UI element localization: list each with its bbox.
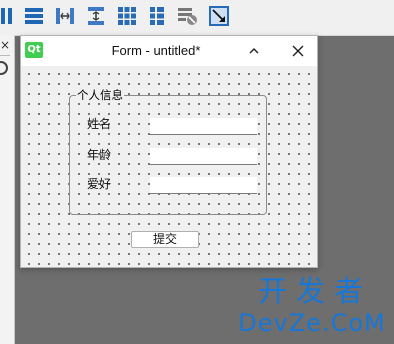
chevron-up-icon (249, 48, 259, 54)
form-window: Qt Form - untitled* 个人信息 姓名 年龄 爱好 提交 (20, 35, 318, 268)
dock-close-icon[interactable]: × (0, 39, 10, 51)
layout-grid-icon[interactable] (116, 5, 138, 27)
qt-logo-icon: Qt (25, 42, 43, 58)
age-label: 年龄 (87, 148, 112, 162)
layout-horizontal-splitter-icon[interactable] (54, 5, 76, 27)
watermark-chinese-text: 开发者 (257, 274, 372, 308)
layout-horizontal-icon[interactable] (0, 5, 14, 27)
layout-form-icon[interactable] (146, 5, 168, 27)
toolbar (0, 0, 394, 36)
break-layout-icon[interactable] (176, 5, 198, 27)
dock-divider (0, 55, 10, 56)
name-input[interactable] (150, 118, 257, 135)
hobby-label: 爱好 (87, 177, 112, 191)
personal-info-groupbox[interactable]: 个人信息 姓名 年龄 爱好 (69, 87, 267, 215)
title-bar[interactable]: Qt Form - untitled* (21, 36, 317, 66)
hobby-input[interactable] (150, 177, 257, 194)
minimize-button[interactable] (239, 36, 269, 66)
watermark-site-text: DevZe.CoM (238, 309, 386, 337)
target-icon[interactable] (0, 61, 8, 75)
close-icon (292, 45, 304, 57)
form-canvas[interactable]: 个人信息 姓名 年龄 爱好 提交 (21, 66, 317, 267)
layout-vertical-icon[interactable] (23, 5, 45, 27)
adjust-size-icon[interactable] (208, 5, 230, 27)
submit-button[interactable]: 提交 (131, 231, 199, 248)
layout-vertical-splitter-icon[interactable] (85, 5, 107, 27)
name-label: 姓名 (87, 117, 112, 131)
groupbox-title: 个人信息 (76, 87, 124, 103)
left-dock-panel: × (0, 35, 15, 344)
age-input[interactable] (150, 148, 257, 165)
window-title: Form - untitled* (111, 43, 201, 58)
watermark: 开发者 DevZe.CoM (236, 274, 388, 340)
close-button[interactable] (283, 36, 313, 66)
